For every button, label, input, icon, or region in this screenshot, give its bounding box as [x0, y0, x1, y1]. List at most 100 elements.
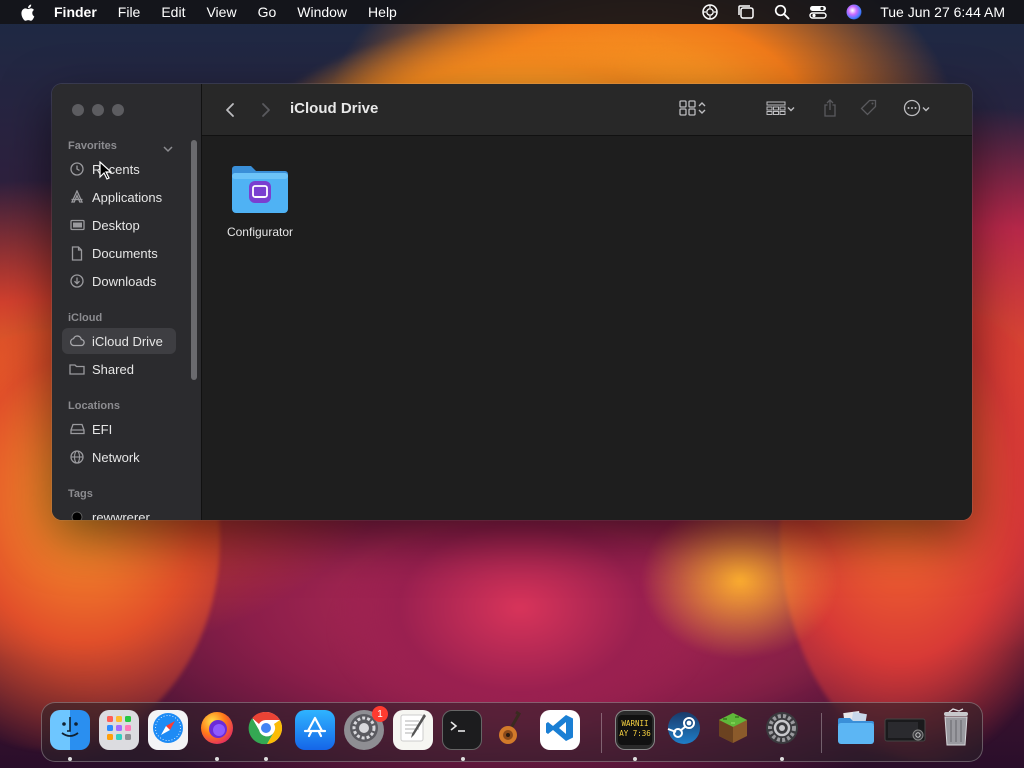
tag-icon [860, 99, 878, 122]
safari-icon [151, 711, 185, 750]
dock-app-downloads-folder[interactable] [836, 710, 876, 750]
file-item-label: Configurator [226, 225, 294, 239]
sidebar-item-desktop[interactable]: Desktop [62, 212, 176, 238]
zoom-window-button[interactable] [112, 104, 124, 116]
notification-badge: 1 [372, 706, 388, 722]
sidebar-item-label: iCloud Drive [92, 333, 163, 349]
sidebar-section-favorites: Favorites [68, 140, 117, 152]
menu-view[interactable]: View [206, 0, 236, 24]
back-button[interactable] [220, 98, 240, 122]
screenshot-icon [884, 713, 926, 748]
dock-app-safari[interactable] [148, 710, 188, 750]
stage-manager-icon[interactable] [736, 2, 756, 22]
sidebar-item-icloud-drive[interactable]: iCloud Drive [62, 328, 176, 354]
control-center-icon[interactable] [808, 2, 828, 22]
group-icon [766, 101, 786, 120]
view-mode-button[interactable] [674, 98, 712, 122]
launchpad-icon [104, 713, 134, 748]
file-browser-content[interactable]: Configurator [202, 137, 972, 520]
dock-app-screenshot[interactable] [884, 710, 926, 750]
dock-app-trash[interactable] [936, 707, 976, 750]
dock-app-app-store[interactable] [295, 710, 335, 750]
dock-app-firefox[interactable] [197, 710, 237, 750]
minimize-window-button[interactable] [92, 104, 104, 116]
running-indicator [264, 757, 268, 761]
sidebar-item-shared[interactable]: Shared [62, 356, 176, 382]
tag-button[interactable] [858, 98, 880, 122]
download-icon [68, 272, 86, 290]
chevron-down-icon [786, 101, 796, 119]
share-button[interactable] [820, 98, 840, 122]
menu-clock[interactable]: Tue Jun 27 6:44 AM [880, 4, 1005, 20]
sidebar-item-label: Downloads [92, 273, 157, 289]
group-by-button[interactable] [762, 98, 800, 122]
chrome-icon [248, 710, 284, 751]
dock-app-textedit[interactable] [393, 710, 433, 750]
sidebar-item-efi[interactable]: EFI [62, 416, 176, 442]
ellipsis-circle-icon [903, 99, 921, 122]
terminal-icon [447, 716, 477, 745]
dock-app-console[interactable]: WARNII AY 7:36 [615, 710, 655, 750]
chevron-down-icon[interactable] [162, 142, 174, 154]
sidebar-item-label: rewwrerer [92, 509, 150, 521]
tag-color-dot-icon [68, 508, 86, 520]
vscode-icon [545, 713, 575, 748]
window-title: iCloud Drive [290, 100, 379, 117]
window-controls [72, 104, 124, 116]
finder-icon [55, 713, 85, 748]
chevron-down-icon [921, 101, 931, 119]
dock-app-minecraft[interactable] [713, 710, 753, 750]
textedit-icon [398, 712, 428, 749]
cloud-icon [68, 332, 86, 350]
screen-time-icon[interactable] [700, 2, 720, 22]
menu-file[interactable]: File [118, 0, 141, 24]
sidebar-item-downloads[interactable]: Downloads [62, 268, 176, 294]
dock-app-steam[interactable] [664, 710, 704, 750]
close-window-button[interactable] [72, 104, 84, 116]
network-icon [68, 448, 86, 466]
dock-app-vscode[interactable] [540, 710, 580, 750]
action-menu-button[interactable] [898, 98, 936, 122]
siri-icon[interactable] [844, 2, 864, 22]
file-item-configurator[interactable]: Configurator [220, 163, 300, 239]
dock-app-launchpad[interactable] [99, 710, 139, 750]
sidebar-item-label: Network [92, 449, 140, 465]
dock-app-terminal[interactable] [442, 710, 482, 750]
firefox-icon [199, 710, 235, 751]
mouse-cursor-icon [99, 160, 113, 181]
sidebar-section-locations: Locations [68, 400, 120, 412]
sidebar-item-documents[interactable]: Documents [62, 240, 176, 266]
minecraft-icon [715, 710, 751, 751]
dock-app-finder[interactable] [50, 710, 90, 750]
clock-icon [68, 160, 86, 178]
menu-edit[interactable]: Edit [161, 0, 185, 24]
sidebar-item-network[interactable]: Network [62, 444, 176, 470]
menu-finder[interactable]: Finder [54, 0, 97, 24]
desktop-icon [68, 216, 86, 234]
running-indicator [780, 757, 784, 761]
console-icon: WARNII AY 7:36 [618, 715, 652, 745]
sidebar-item-recents[interactable]: Recents [62, 156, 176, 182]
dock-separator [601, 713, 602, 753]
dock-app-system-settings[interactable] [762, 710, 802, 750]
sidebar-section-icloud: iCloud [68, 312, 103, 324]
app-store-icon [301, 714, 329, 747]
applications-icon [68, 188, 86, 206]
running-indicator [215, 757, 219, 761]
dock-app-chrome[interactable] [246, 710, 286, 750]
menu-help[interactable]: Help [368, 0, 397, 24]
dock-app-garageband[interactable] [491, 710, 531, 750]
menu-go[interactable]: Go [258, 0, 277, 24]
sidebar-item-applications[interactable]: Applications [62, 184, 176, 210]
toolbar: iCloud Drive [202, 84, 972, 136]
running-indicator [633, 757, 637, 761]
shared-folder-icon [68, 360, 86, 378]
sidebar-item-tag[interactable]: rewwrerer [62, 504, 176, 520]
apple-menu-icon[interactable] [18, 3, 36, 21]
sidebar-scrollbar[interactable] [191, 140, 197, 380]
spotlight-icon[interactable] [772, 2, 792, 22]
forward-button[interactable] [256, 98, 276, 122]
menu-window[interactable]: Window [297, 0, 347, 24]
dock-app-system-preferences[interactable]: 1 [344, 706, 388, 750]
grid-view-icon [679, 99, 697, 121]
